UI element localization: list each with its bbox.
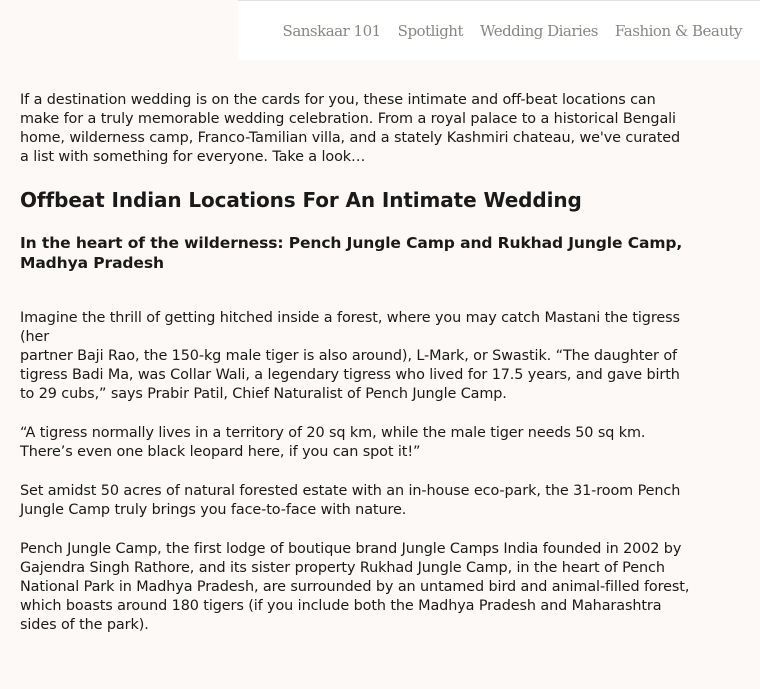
paragraph-estate: Set amidst 50 acres of natural forested …: [20, 483, 681, 518]
nav-item-wedding-diaries[interactable]: Wedding Diaries: [480, 22, 598, 40]
paragraph-tigress-quote: “A tigress normally lives in a territory…: [20, 425, 646, 460]
paragraph-line: Imagine the thrill of getting hitched in…: [20, 310, 680, 345]
article-body: If a destination wedding is on the cards…: [20, 91, 692, 635]
article-intro: If a destination wedding is on the cards…: [20, 92, 681, 165]
top-navigation: Sanskaar 101 Spotlight Wedding Diaries F…: [238, 0, 760, 60]
paragraph-pench-intro: Imagine the thrill of getting hitched in…: [20, 309, 692, 404]
nav-item-sanskaar-101[interactable]: Sanskaar 101: [283, 22, 382, 40]
nav-item-fashion-beauty[interactable]: Fashion & Beauty: [615, 22, 743, 40]
paragraph-line: partner Baji Rao, the 150-kg male tiger …: [20, 348, 680, 402]
paragraph-jungle-camps: Pench Jungle Camp, the first lodge of bo…: [20, 541, 690, 633]
nav-item-spotlight[interactable]: Spotlight: [398, 22, 464, 40]
article-title: Offbeat Indian Locations For An Intimate…: [20, 188, 582, 212]
section-heading: In the heart of the wilderness: Pench Ju…: [20, 234, 683, 272]
